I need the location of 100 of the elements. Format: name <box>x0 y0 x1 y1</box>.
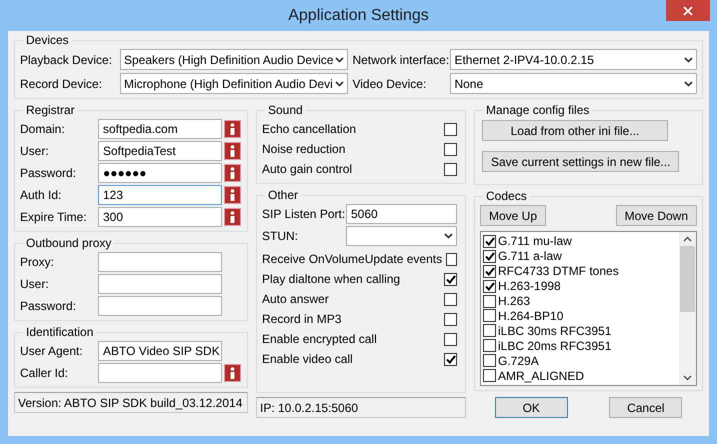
checkbox[interactable] <box>444 352 457 366</box>
ok-button[interactable]: OK <box>494 397 568 418</box>
codec-item[interactable]: iLBC 20ms RFC3951 <box>483 338 677 354</box>
text-field[interactable] <box>98 252 222 272</box>
text-field[interactable]: softpedia.com <box>98 119 222 139</box>
field-label: Video Device: <box>352 76 428 90</box>
checkbox[interactable] <box>483 234 496 248</box>
field-label: Domain: <box>20 122 66 136</box>
field-label: Expire Time: <box>20 210 88 224</box>
option-label: Enable video call <box>262 352 353 366</box>
codec-item[interactable]: iLBC 30ms RFC3951 <box>483 323 677 338</box>
dropdown[interactable]: Ethernet 2-IPV4-10.0.2.15 <box>450 49 697 70</box>
checkbox[interactable] <box>483 339 496 352</box>
codec-item[interactable]: H.263 <box>483 294 677 309</box>
info-icon[interactable] <box>224 120 241 138</box>
option-label: Play dialtone when calling <box>262 272 400 286</box>
group-title: Identification <box>25 325 94 339</box>
field-label: STUN: <box>262 229 299 243</box>
checkbox[interactable] <box>483 354 496 368</box>
field-label: Password: <box>20 166 78 180</box>
group-title: Devices <box>25 33 70 47</box>
option-label: Auto answer <box>262 292 329 306</box>
option-label: Echo cancellation <box>262 122 356 136</box>
text-field[interactable]: 300 <box>98 207 222 227</box>
dropdown[interactable]: None <box>450 73 697 94</box>
text-field[interactable]: ●●●●●● <box>98 163 222 183</box>
info-icon[interactable] <box>224 208 241 226</box>
checkbox[interactable] <box>446 252 457 266</box>
move-down-button[interactable]: Move Down <box>616 205 697 226</box>
chevron-down-icon <box>335 56 344 62</box>
option-label: Noise reduction <box>262 142 346 156</box>
field-label: Record Device: <box>20 76 104 90</box>
checkbox[interactable] <box>483 294 496 308</box>
codec-item[interactable]: G.711 a-law <box>483 248 677 264</box>
chevron-down-icon <box>684 80 693 86</box>
text-field[interactable] <box>98 296 222 316</box>
codec-item[interactable]: H.264-BP10 <box>483 308 677 324</box>
close-button[interactable] <box>666 0 710 21</box>
version-status: Version: ABTO SIP SDK build_03.12.2014 <box>14 392 248 413</box>
checkbox[interactable] <box>483 250 496 263</box>
checkbox[interactable] <box>483 309 496 322</box>
chevron-down-icon <box>444 233 453 239</box>
info-icon[interactable] <box>224 164 241 182</box>
group-title: Codecs <box>485 189 528 203</box>
checkbox[interactable] <box>444 272 457 286</box>
option-label: Auto gain control <box>262 162 352 176</box>
checkbox[interactable] <box>483 369 496 382</box>
codec-item[interactable]: G.711 mu-law <box>483 234 677 249</box>
ip-status: IP: 10.0.2.15:5060 <box>256 397 466 418</box>
field-label: Network interface: <box>352 52 446 66</box>
checkbox[interactable] <box>483 264 496 278</box>
codec-item[interactable]: RFC4733 DTMF tones <box>483 264 677 279</box>
move-up-button[interactable]: Move Up <box>480 205 546 226</box>
chevron-down-icon <box>335 80 344 86</box>
group-title: Registrar <box>25 103 76 117</box>
checkbox[interactable] <box>444 332 457 346</box>
checkbox[interactable] <box>444 292 457 306</box>
field-label: User Agent: <box>20 344 84 358</box>
text-field[interactable] <box>98 274 222 294</box>
dropdown[interactable]: Microphone (High Definition Audio Devi <box>120 73 348 94</box>
scrollbar[interactable] <box>679 232 696 385</box>
text-field[interactable]: ABTO Video SIP SDK <box>98 341 222 361</box>
group-title: Manage config files <box>485 103 590 117</box>
codec-item[interactable]: H.263-1998 <box>483 278 677 294</box>
dropdown[interactable]: Speakers (High Definition Audio Device <box>120 49 348 70</box>
config-file-button[interactable]: Save current settings in new file... <box>482 151 680 172</box>
option-label: Receive OnVolumeUpdate events <box>262 252 442 266</box>
checkbox[interactable] <box>483 324 496 338</box>
checkbox[interactable] <box>483 280 496 293</box>
group-title: Other <box>267 188 300 202</box>
text-field[interactable]: 5060 <box>346 204 457 224</box>
field-label: Caller Id: <box>20 366 70 380</box>
field-label: Proxy: <box>20 255 56 269</box>
window-title: Application Settings <box>288 6 429 24</box>
field-label: SIP Listen Port: <box>262 207 344 221</box>
checkbox[interactable] <box>444 122 457 136</box>
field-label: Auth Id: <box>20 188 62 202</box>
group-title: Outbound proxy <box>25 236 112 250</box>
info-icon[interactable] <box>224 142 241 160</box>
field-label: Playback Device: <box>20 52 114 66</box>
text-field[interactable]: SoftpediaTest <box>98 141 222 161</box>
field-label: User: <box>20 277 50 291</box>
info-icon[interactable] <box>224 364 241 382</box>
group-title: Sound <box>267 103 304 117</box>
checkbox[interactable] <box>444 312 457 326</box>
info-icon[interactable] <box>224 186 241 204</box>
option-label: Enable encrypted call <box>262 332 377 346</box>
codec-item[interactable]: AMR_ALIGNED <box>483 368 677 384</box>
config-file-button[interactable]: Load from other ini file... <box>482 120 668 141</box>
text-field[interactable] <box>98 363 222 383</box>
close-icon <box>683 6 693 16</box>
checkbox[interactable] <box>444 142 457 156</box>
cancel-button[interactable]: Cancel <box>609 397 682 418</box>
option-label: Record in MP3 <box>262 312 342 326</box>
field-label: Password: <box>20 299 78 313</box>
chevron-down-icon <box>684 56 693 62</box>
checkbox[interactable] <box>444 162 457 176</box>
field-label: User: <box>20 144 50 158</box>
text-field[interactable]: 123 <box>98 185 222 205</box>
codec-item[interactable]: G.729A <box>483 353 677 368</box>
